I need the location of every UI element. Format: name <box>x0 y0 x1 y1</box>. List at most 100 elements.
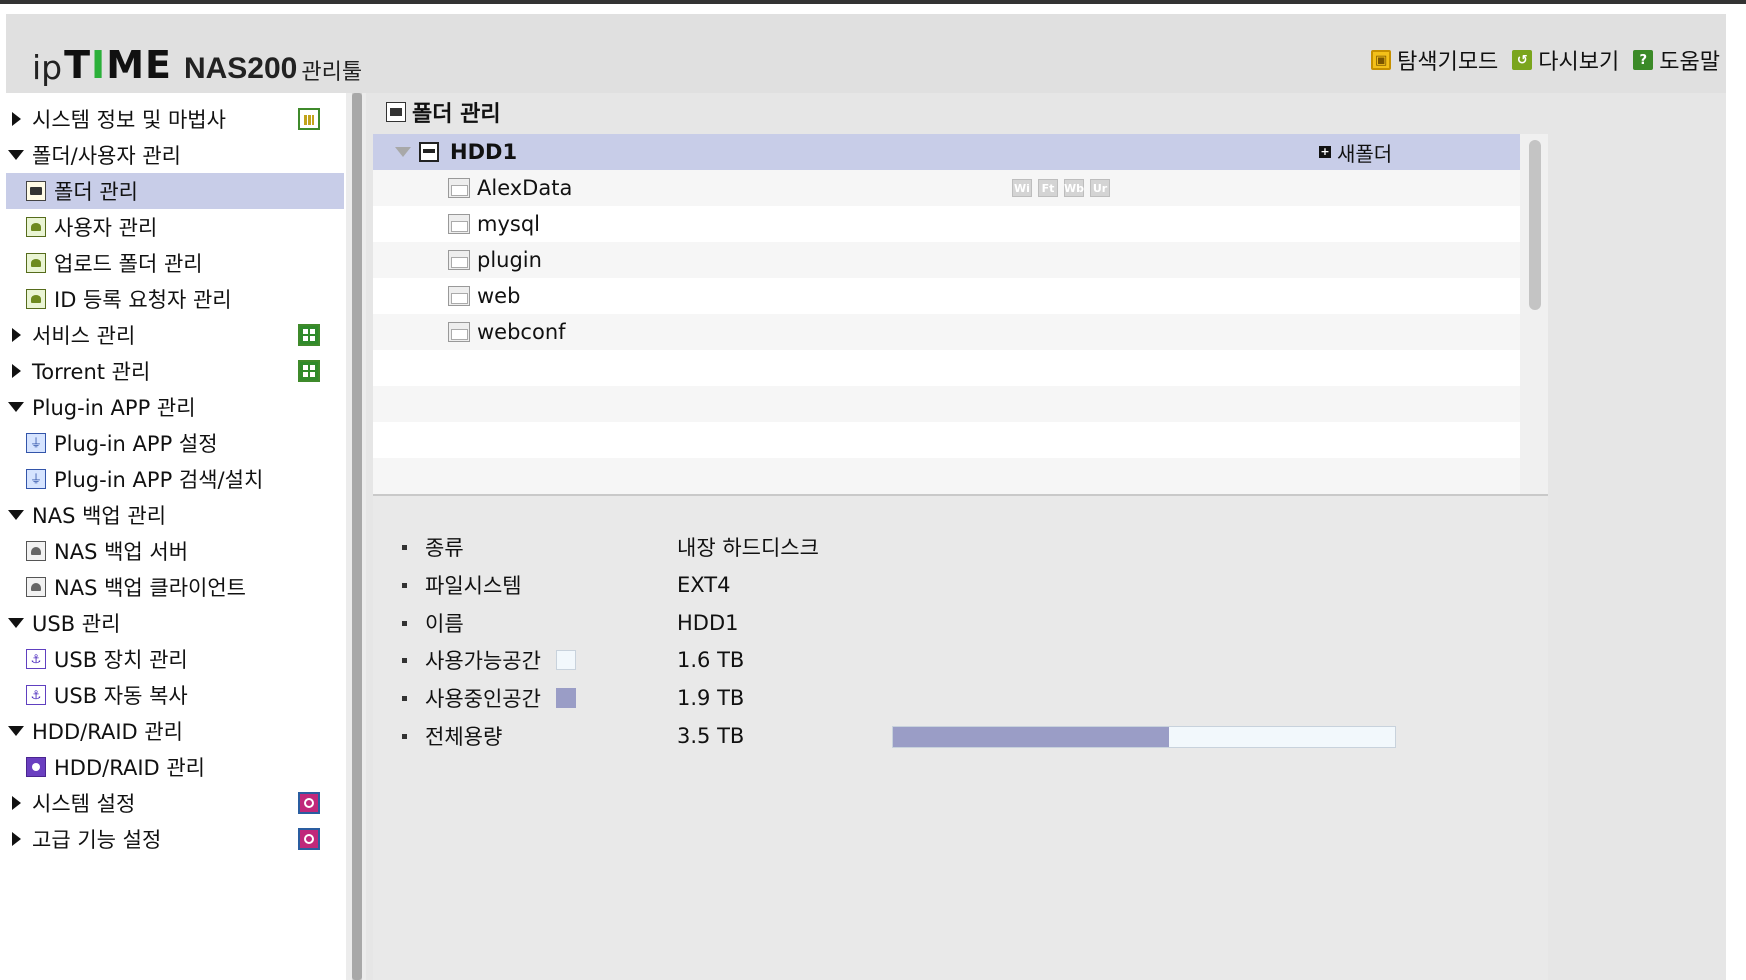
expanded-caret-icon[interactable] <box>8 510 24 520</box>
nav-folder-user[interactable]: 폴더/사용자 관리 <box>6 137 344 173</box>
user-manage-icon <box>26 217 46 237</box>
nav-label: 사용자 관리 <box>54 216 158 240</box>
nav-label: NAS 백업 관리 <box>32 504 167 528</box>
bullet-icon <box>402 657 407 663</box>
info-label: 전체용량 <box>425 725 503 749</box>
chart-icon <box>298 108 320 130</box>
expanded-caret-icon[interactable] <box>8 618 24 628</box>
nav-label: HDD/RAID 관리 <box>32 720 183 744</box>
hdd-icon <box>419 142 439 162</box>
nav-label: Plug-in APP 설정 <box>54 432 218 456</box>
torrent-icon <box>298 360 320 382</box>
logo-time-rest: ME <box>106 43 172 87</box>
nav-hdd-raid[interactable]: HDD/RAID 관리 <box>6 713 344 749</box>
nav-usb[interactable]: USB 관리 <box>6 605 344 641</box>
tree-scrollbar[interactable] <box>1520 134 1548 494</box>
nav-label: NAS 백업 서버 <box>54 540 189 564</box>
folder-row-webconf[interactable]: webconf <box>373 314 1520 350</box>
nav-folder-manage[interactable]: 폴더 관리 <box>6 173 344 209</box>
logo-tool: 관리툴 <box>301 60 363 85</box>
folder-row-alexdata[interactable]: AlexData Wi Ft Wb Ur <box>373 170 1520 206</box>
flag-windows-share: Wi <box>1012 179 1032 197</box>
nav-service[interactable]: 서비스 관리 <box>6 317 344 353</box>
collapsed-caret-icon[interactable] <box>12 328 21 342</box>
nav-label: Plug-in APP 관리 <box>32 396 196 420</box>
upload-folder-icon <box>26 253 46 273</box>
settings-icon <box>298 792 320 814</box>
info-label: 파일시스템 <box>425 574 522 598</box>
info-value: HDD1 <box>677 611 739 635</box>
tree-scrollbar-thumb[interactable] <box>1529 140 1541 310</box>
info-label: 종류 <box>425 536 464 560</box>
nav-label: 서비스 관리 <box>32 324 136 348</box>
disk-info-panel: 종류 내장 하드디스크 파일시스템 EXT4 이름 HDD1 사용가능공간 1.… <box>373 496 1548 980</box>
help-link[interactable]: ? 도움말 <box>1633 44 1720 76</box>
plugin-icon: ⏚ <box>26 433 46 453</box>
nav-user-manage[interactable]: 사용자 관리 <box>6 209 344 245</box>
nav-advanced-settings[interactable]: 고급 기능 설정 <box>6 821 344 857</box>
expanded-caret-icon[interactable] <box>8 726 24 736</box>
info-value: 1.6 TB <box>677 648 745 672</box>
share-flags: Wi Ft Wb Ur <box>1012 179 1110 197</box>
nav-plugin-settings[interactable]: ⏚ Plug-in APP 설정 <box>6 425 344 461</box>
usb-icon: ⚓ <box>26 649 46 669</box>
flag-web-share: Wb <box>1064 179 1084 197</box>
iptime-logo: ip TIME NAS200 관리툴 <box>32 24 362 84</box>
nav-usb-device[interactable]: ⚓ USB 장치 관리 <box>6 641 344 677</box>
folder-row-plugin[interactable]: plugin <box>373 242 1520 278</box>
nav-hdd-raid-manage[interactable]: HDD/RAID 관리 <box>6 749 344 785</box>
collapsed-caret-icon[interactable] <box>12 112 21 126</box>
sidebar-scrollbar[interactable] <box>346 93 366 980</box>
folder-row-mysql[interactable]: mysql <box>373 206 1520 242</box>
nav-label: ID 등록 요청자 관리 <box>54 288 232 312</box>
header-links: ▣ 탐색기모드 ↺ 다시보기 ? 도움말 <box>1371 44 1720 76</box>
empty-row <box>373 386 1520 422</box>
empty-row <box>373 458 1520 494</box>
id-request-icon <box>26 289 46 309</box>
nav-backup-client[interactable]: NAS 백업 클라이언트 <box>6 569 344 605</box>
flag-ftp-share: Ft <box>1038 179 1058 197</box>
nav-plugin-search[interactable]: ⏚ Plug-in APP 검색/설치 <box>6 461 344 497</box>
info-value: 1.9 TB <box>677 686 745 710</box>
nav-label: HDD/RAID 관리 <box>54 756 205 780</box>
backup-icon <box>26 577 46 597</box>
nav-label: USB 장치 관리 <box>54 648 188 672</box>
nav-torrent[interactable]: Torrent 관리 <box>6 353 344 389</box>
nav-plugin-app[interactable]: Plug-in APP 관리 <box>6 389 344 425</box>
nav-label: 고급 기능 설정 <box>32 828 162 852</box>
page-title: 폴더 관리 <box>386 95 501 129</box>
tree-root-hdd1[interactable]: HDD1 + 새폴더 <box>373 134 1520 170</box>
help-icon: ? <box>1633 50 1654 70</box>
nav-nas-backup[interactable]: NAS 백업 관리 <box>6 497 344 533</box>
folder-label: mysql <box>477 212 540 236</box>
nav-label: USB 관리 <box>32 612 121 636</box>
collapsed-caret-icon[interactable] <box>12 364 21 378</box>
nav-upload-folder[interactable]: 업로드 폴더 관리 <box>6 245 344 281</box>
explorer-mode-link[interactable]: ▣ 탐색기모드 <box>1371 44 1498 76</box>
capacity-usage-fill <box>893 727 1170 747</box>
folder-row-web[interactable]: web <box>373 278 1520 314</box>
expanded-caret-icon[interactable] <box>8 150 24 160</box>
collapsed-caret-icon[interactable] <box>12 832 21 846</box>
nav-system-settings[interactable]: 시스템 설정 <box>6 785 344 821</box>
nav-backup-server[interactable]: NAS 백업 서버 <box>6 533 344 569</box>
logo-ip: ip <box>32 48 63 87</box>
folder-icon <box>448 322 470 342</box>
expanded-caret-icon[interactable] <box>395 147 411 157</box>
backup-icon <box>26 541 46 561</box>
usb-icon: ⚓ <box>26 685 46 705</box>
service-icon <box>298 324 320 346</box>
nav-usb-autocopy[interactable]: ⚓ USB 자동 복사 <box>6 677 344 713</box>
nav-label: NAS 백업 클라이언트 <box>54 576 246 600</box>
scrollbar-thumb[interactable] <box>352 93 362 980</box>
info-label: 사용가능공간 <box>425 649 541 673</box>
refresh-link[interactable]: ↺ 다시보기 <box>1512 44 1619 76</box>
collapsed-caret-icon[interactable] <box>12 796 21 810</box>
info-value: EXT4 <box>677 573 731 597</box>
new-folder-button[interactable]: + 새폴더 <box>1319 138 1392 167</box>
folder-icon <box>448 250 470 270</box>
expanded-caret-icon[interactable] <box>8 402 24 412</box>
refresh-label: 다시보기 <box>1538 50 1620 75</box>
nav-system-info[interactable]: 시스템 정보 및 마법사 <box>6 101 344 137</box>
nav-id-request[interactable]: ID 등록 요청자 관리 <box>6 281 344 317</box>
